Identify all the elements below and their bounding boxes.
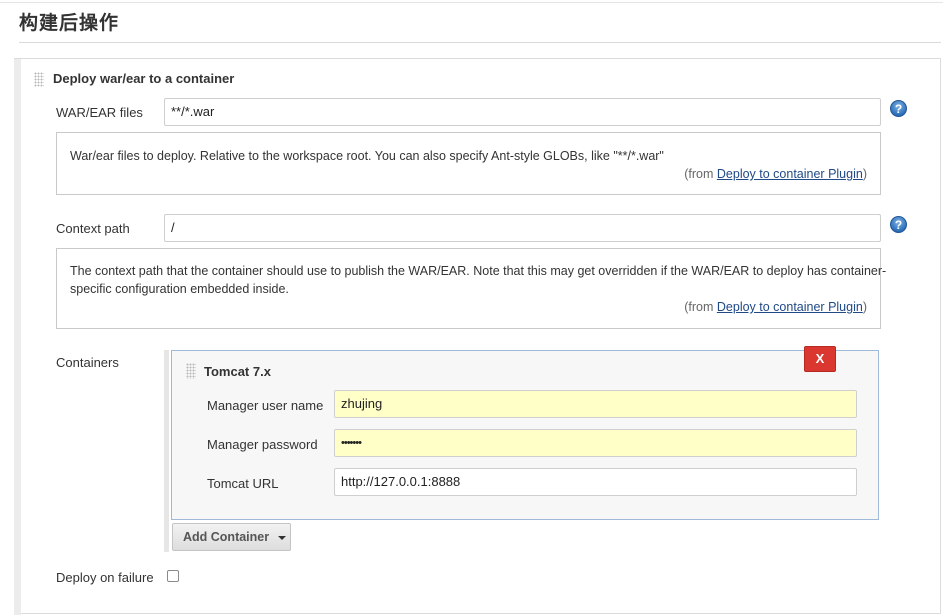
war-files-label: WAR/EAR files <box>56 105 143 120</box>
war-files-help-text: War/ear files to deploy. Relative to the… <box>70 149 664 163</box>
top-divider <box>0 2 943 3</box>
deploy-on-failure-checkbox[interactable] <box>167 570 179 582</box>
context-path-help-icon[interactable]: ? <box>890 216 907 233</box>
manager-password-label: Manager password <box>207 437 318 452</box>
war-files-input[interactable]: **/*.war <box>164 98 881 126</box>
manager-user-input[interactable]: zhujing <box>334 390 857 418</box>
war-files-from-line: (from Deploy to container Plugin) <box>684 165 867 183</box>
from-suffix: ) <box>862 300 867 314</box>
drag-handle-icon[interactable] <box>186 363 196 379</box>
context-path-help-text: The context path that the container shou… <box>70 264 887 296</box>
war-files-help-box: War/ear files to deploy. Relative to the… <box>56 132 881 195</box>
containers-drag-bar <box>164 350 169 552</box>
deploy-on-failure-label: Deploy on failure <box>56 570 154 585</box>
context-path-from-line: (from Deploy to container Plugin) <box>684 298 867 316</box>
manager-user-label: Manager user name <box>207 398 324 413</box>
section-title: 构建后操作 <box>19 13 120 34</box>
context-path-help-box: The context path that the container shou… <box>56 248 886 329</box>
deploy-block-title: Deploy war/ear to a container <box>53 71 235 86</box>
delete-container-button[interactable]: X <box>804 346 836 372</box>
add-container-label: Add Container <box>183 530 270 544</box>
section-divider <box>19 42 941 43</box>
panel-drag-bar <box>14 59 21 615</box>
add-container-button[interactable]: Add Container <box>172 523 291 551</box>
tomcat-container-box: Tomcat 7.x Manager user name zhujing Man… <box>171 350 879 520</box>
war-files-help-icon[interactable]: ? <box>890 100 907 117</box>
manager-password-input[interactable]: ••••••• <box>334 429 857 457</box>
containers-label: Containers <box>56 355 119 370</box>
context-path-input[interactable]: / <box>164 214 881 242</box>
from-suffix: ) <box>862 167 867 181</box>
tomcat-url-input[interactable]: http://127.0.0.1:8888 <box>334 468 857 496</box>
plugin-link[interactable]: Deploy to container Plugin <box>717 300 863 314</box>
tomcat-url-label: Tomcat URL <box>207 476 279 491</box>
from-prefix: (from <box>684 300 717 314</box>
drag-handle-icon[interactable] <box>34 72 44 87</box>
tomcat-title: Tomcat 7.x <box>204 364 271 379</box>
from-prefix: (from <box>684 167 717 181</box>
context-path-label: Context path <box>56 221 130 236</box>
caret-down-icon <box>278 535 287 540</box>
plugin-link[interactable]: Deploy to container Plugin <box>717 167 863 181</box>
